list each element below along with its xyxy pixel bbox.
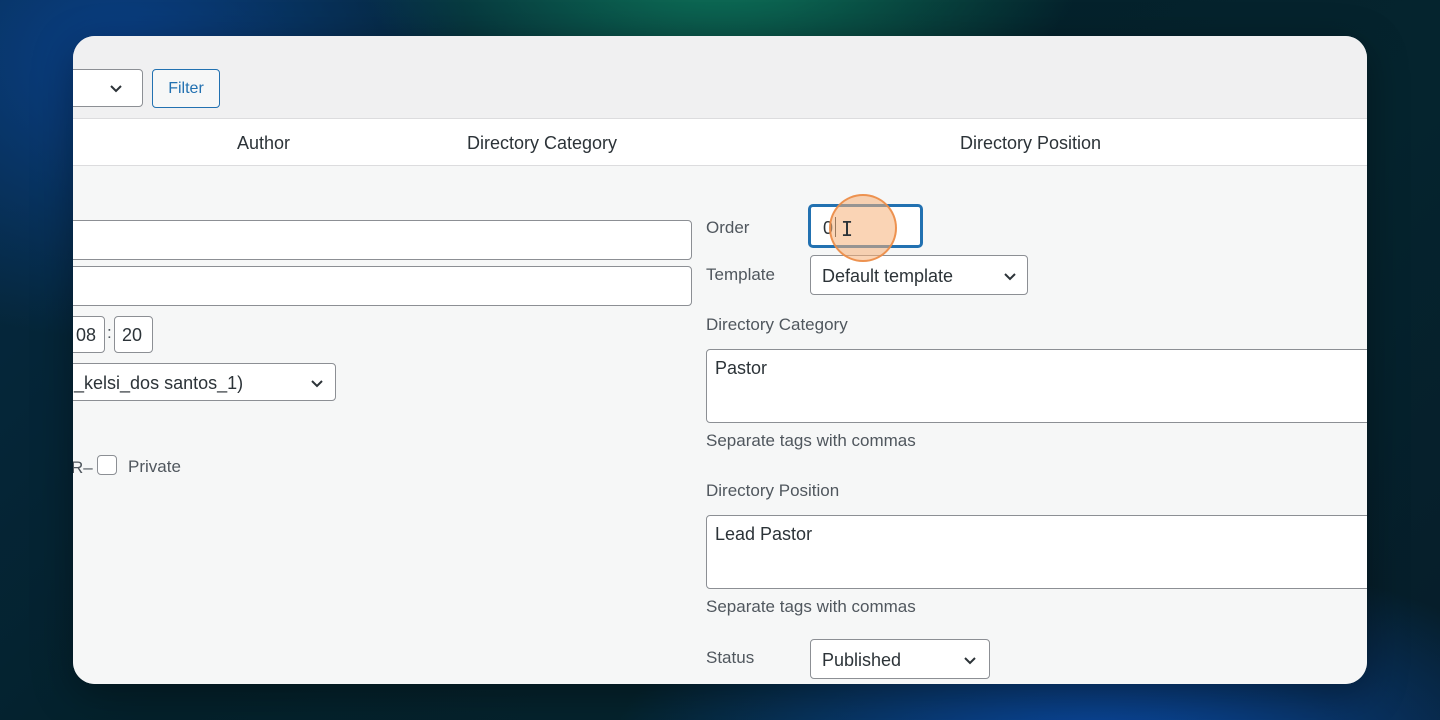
quick-edit-panel: 08 : 20 n_kelsi_dos santos_1) R– Private… <box>73 166 1367 684</box>
slug-field[interactable] <box>73 266 692 306</box>
status-select[interactable]: Published <box>810 639 990 679</box>
author-select-value: n_kelsi_dos santos_1) <box>73 373 244 393</box>
status-label: Status <box>706 648 755 667</box>
minute-value: 20 <box>122 325 143 345</box>
column-author[interactable]: Author <box>237 133 290 154</box>
order-label: Order <box>706 218 750 237</box>
filter-button[interactable]: Filter <box>152 69 220 108</box>
hour-value: 08 <box>75 325 96 345</box>
directory-category-value: Pastor <box>715 358 768 378</box>
hour-field[interactable]: 08 <box>73 316 105 353</box>
directory-position-value: Lead Pastor <box>715 524 813 544</box>
chevron-down-icon <box>108 80 124 96</box>
directory-category-textarea[interactable]: Pastor <box>706 349 1367 423</box>
column-directory-category[interactable]: Directory Category <box>467 133 617 154</box>
chevron-down-icon <box>309 375 325 391</box>
title-field[interactable] <box>73 220 692 260</box>
column-directory-position[interactable]: Directory Position <box>960 133 1101 154</box>
time-separator: : <box>107 323 112 342</box>
template-label: Template <box>706 265 775 284</box>
directory-position-hint: Separate tags with commas <box>706 597 916 616</box>
directory-category-label: Directory Category <box>706 315 848 334</box>
chevron-down-icon <box>1002 268 1018 284</box>
chevron-down-icon <box>962 652 978 668</box>
bulk-filter-select[interactable] <box>73 69 143 107</box>
private-label: Private <box>128 457 181 476</box>
template-select[interactable]: Default template <box>810 255 1028 295</box>
directory-category-hint: Separate tags with commas <box>706 431 916 450</box>
text-cursor-icon: I <box>841 217 854 241</box>
app-window: Filter Author Directory Category Directo… <box>73 36 1367 684</box>
directory-position-textarea[interactable]: Lead Pastor <box>706 515 1367 589</box>
directory-position-label: Directory Position <box>706 481 840 500</box>
password-fragment: R– <box>73 458 93 477</box>
template-select-value: Default template <box>822 266 954 286</box>
minute-field[interactable]: 20 <box>114 316 153 353</box>
private-checkbox[interactable] <box>97 455 117 475</box>
table-header: Author Directory Category Directory Posi… <box>73 118 1367 166</box>
filter-bar: Filter <box>73 36 1367 118</box>
author-select[interactable]: n_kelsi_dos santos_1) <box>73 363 336 401</box>
status-select-value: Published <box>822 650 902 670</box>
click-highlight <box>829 194 897 262</box>
